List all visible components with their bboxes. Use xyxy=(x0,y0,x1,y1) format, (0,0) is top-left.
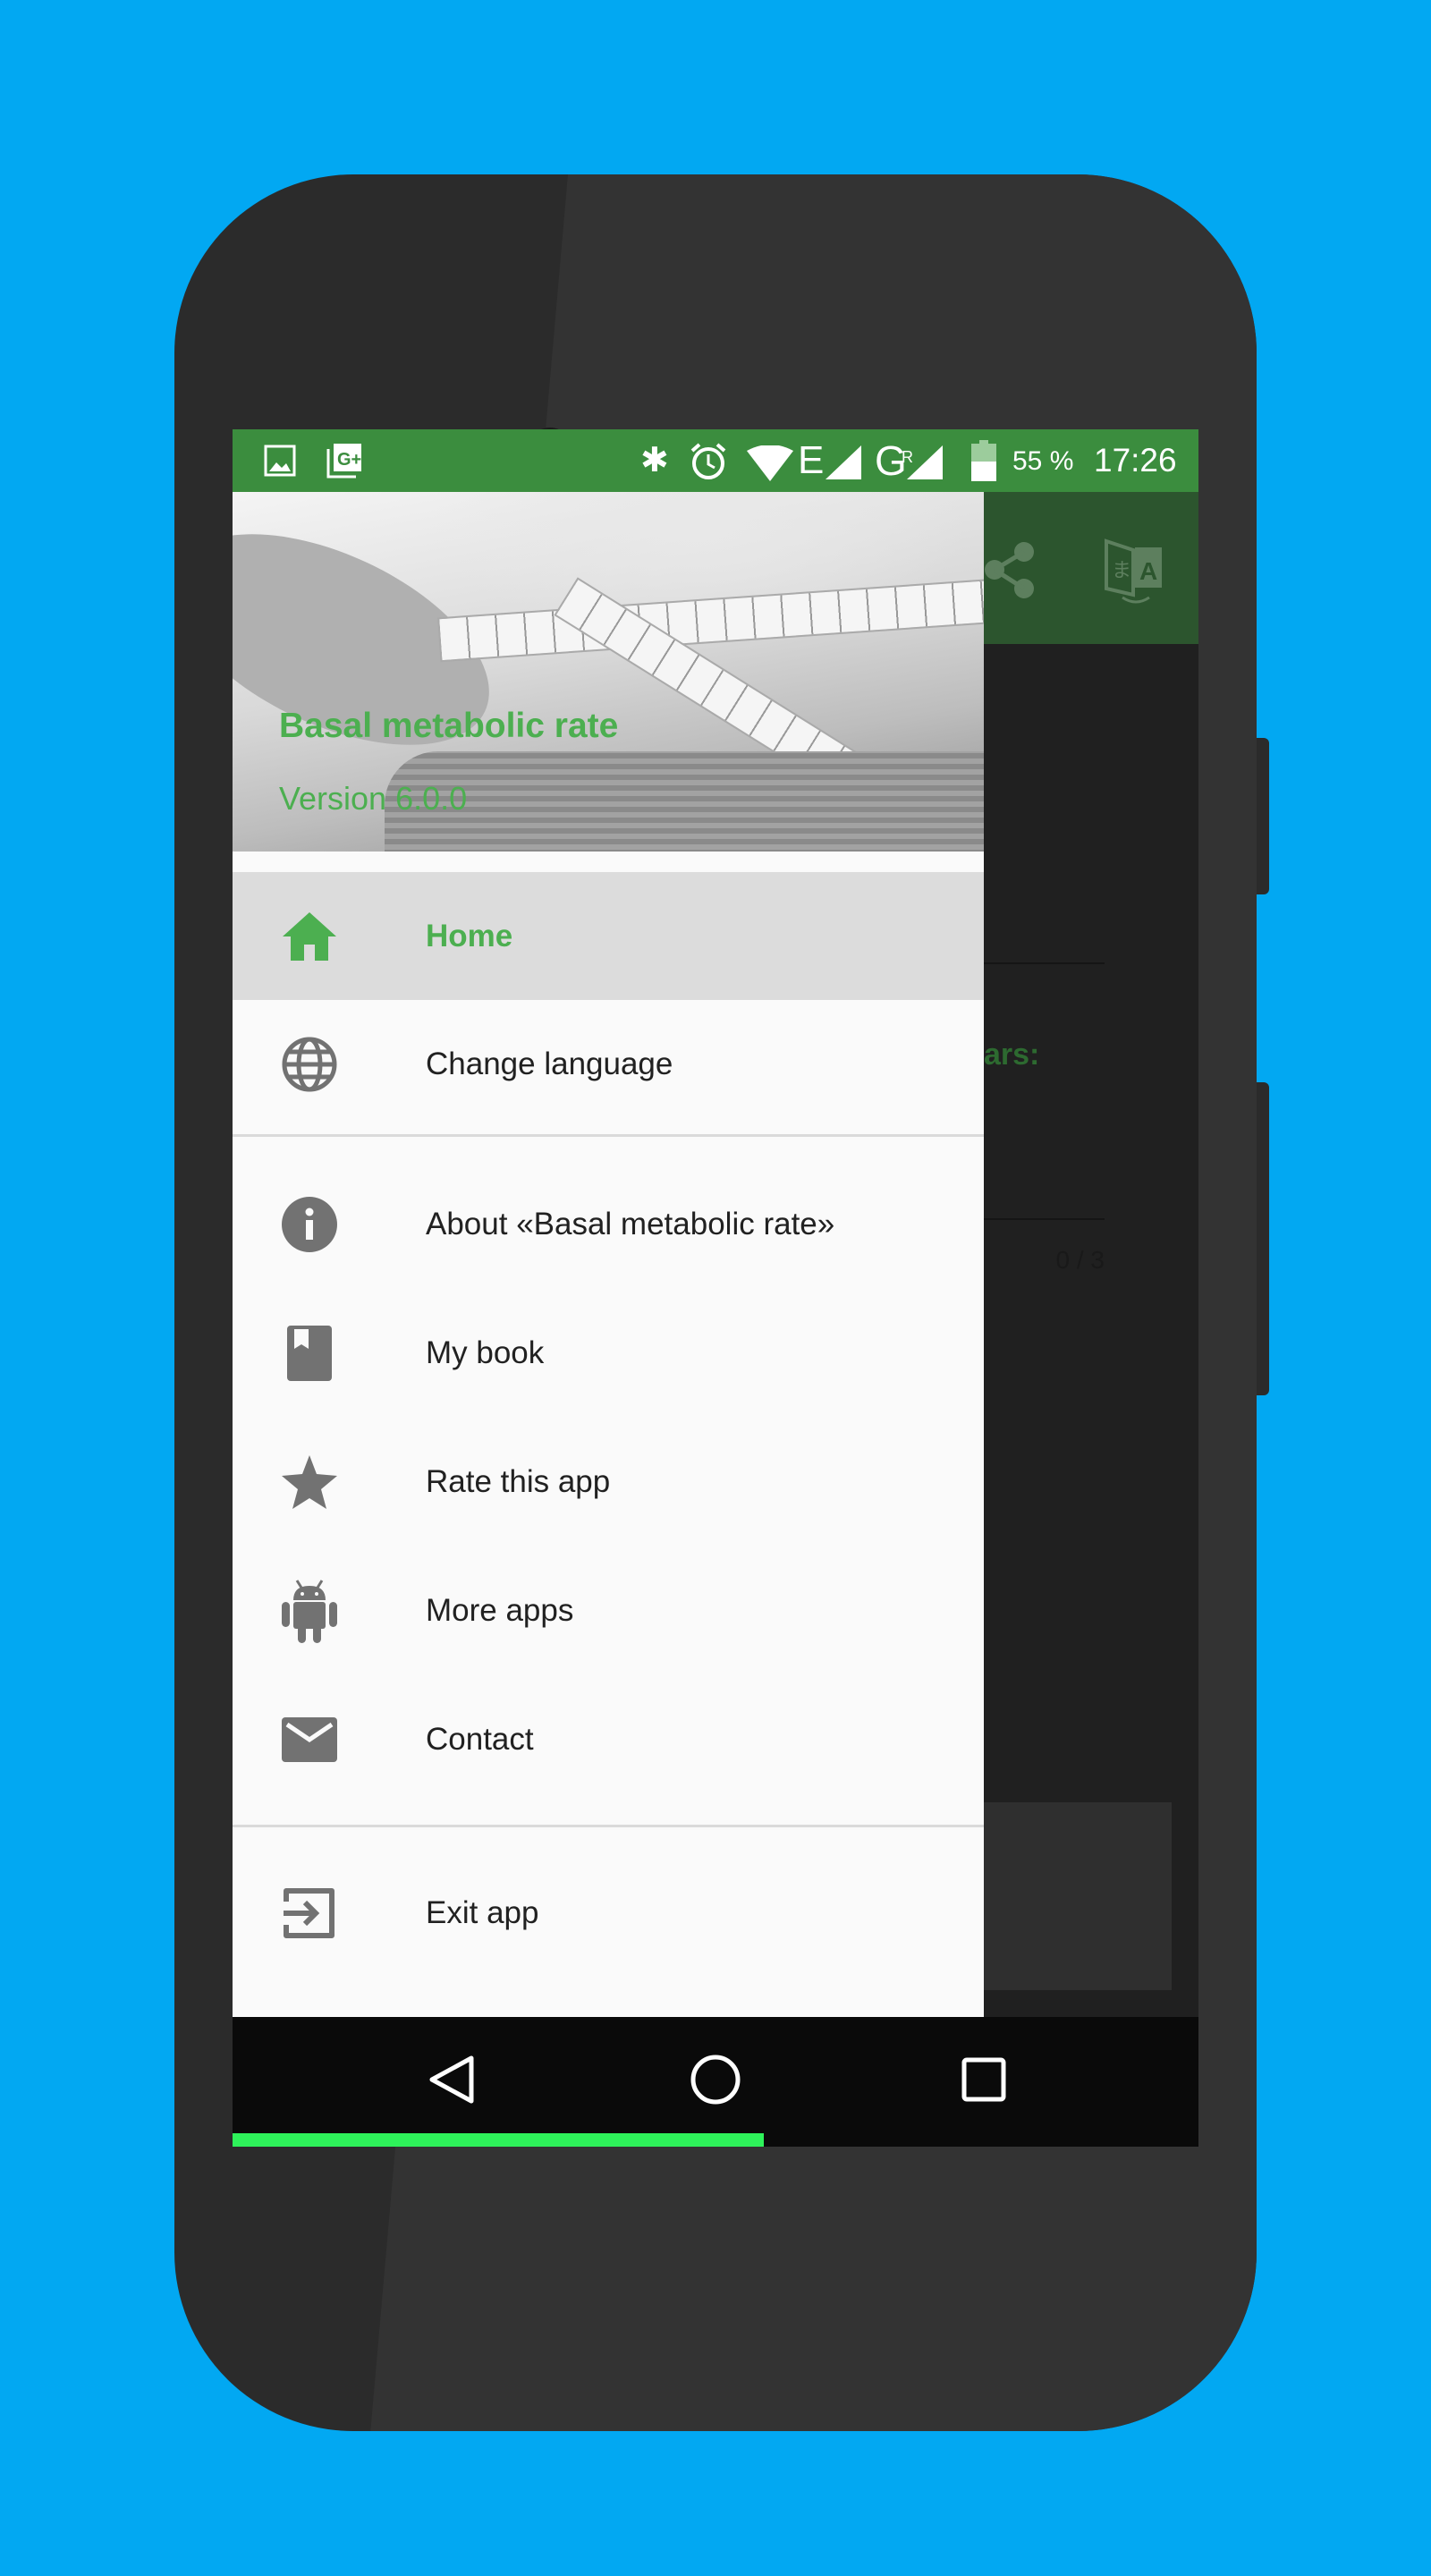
drawer-item-home[interactable]: Home xyxy=(233,872,984,1000)
input-underline xyxy=(984,962,1105,964)
signal-e-label: E xyxy=(798,438,825,482)
drawer-item-label: Contact xyxy=(426,1721,534,1757)
signal-roaming-icon xyxy=(907,445,943,479)
svg-text:G+: G+ xyxy=(337,450,361,470)
background-card xyxy=(984,1802,1172,1990)
drawer-app-version: Version 6.0.0 xyxy=(279,780,468,817)
navigation-bar xyxy=(233,2017,1198,2147)
svg-text:A: A xyxy=(1139,557,1157,585)
drawer-item-more-apps[interactable]: More apps xyxy=(233,1546,984,1674)
share-icon[interactable] xyxy=(984,541,1037,599)
drawer-item-change-language[interactable]: Change language xyxy=(233,1000,984,1128)
bluetooth-icon: ✱ xyxy=(640,442,669,479)
battery-icon xyxy=(971,440,996,481)
image-icon xyxy=(264,445,296,477)
drawer-item-rate[interactable]: Rate this app xyxy=(233,1418,984,1546)
drawer-item-label: More apps xyxy=(426,1592,574,1628)
recents-icon[interactable] xyxy=(957,2053,1011,2106)
signal-icon xyxy=(826,445,861,479)
google-plus-icon: G+ xyxy=(326,444,361,479)
navigation-drawer: Basal metabolic rate Version 6.0.0 Home … xyxy=(233,492,984,2017)
drawer-divider xyxy=(233,1134,984,1137)
drawer-item-label: Rate this app xyxy=(426,1463,611,1499)
drawer-item-label: About «Basal metabolic rate» xyxy=(426,1206,835,1241)
drawer-item-my-book[interactable]: My book xyxy=(233,1289,984,1417)
wifi-icon xyxy=(747,445,793,481)
alarm-icon xyxy=(690,443,726,479)
star-icon xyxy=(280,1453,339,1512)
character-counter: 0 / 3 xyxy=(1055,1246,1105,1274)
svg-text:ま: ま xyxy=(1112,559,1131,581)
volume-button xyxy=(1257,738,1269,894)
drawer-item-label: My book xyxy=(426,1335,545,1370)
book-icon xyxy=(280,1324,339,1383)
clock: 17:26 xyxy=(1094,442,1177,479)
header-photo-waistband xyxy=(385,751,984,852)
mail-icon xyxy=(280,1710,339,1769)
translate-icon[interactable]: Aま xyxy=(1105,537,1167,604)
android-icon xyxy=(280,1579,339,1643)
drawer-item-label: Exit app xyxy=(426,1894,539,1930)
drawer-item-label: Home xyxy=(426,918,513,953)
drawer-item-about[interactable]: About «Basal metabolic rate» xyxy=(233,1160,984,1288)
home-icon xyxy=(280,907,339,966)
drawer-app-title: Basal metabolic rate xyxy=(279,707,619,745)
header-photo-tape xyxy=(437,577,984,663)
status-bar: G+ ✱ E G R 55 % 17:26 xyxy=(233,429,1198,492)
battery-percent: 55 % xyxy=(1012,446,1074,476)
globe-icon xyxy=(280,1035,339,1094)
drawer-divider xyxy=(233,1825,984,1827)
input-underline xyxy=(984,1218,1105,1220)
exit-icon xyxy=(280,1884,339,1943)
screen: G+ ✱ E G R 55 % 17:26 Aま ars: 0 / 3 Basa… xyxy=(233,429,1198,2147)
field-label-fragment: ars: xyxy=(984,1038,1040,1072)
home-circle-icon[interactable] xyxy=(689,2053,742,2106)
drawer-item-exit[interactable]: Exit app xyxy=(233,1849,984,1977)
progress-bar xyxy=(233,2133,764,2147)
drawer-header: Basal metabolic rate Version 6.0.0 xyxy=(233,492,984,852)
drawer-item-label: Change language xyxy=(426,1046,673,1081)
info-icon xyxy=(280,1195,339,1254)
drawer-item-contact[interactable]: Contact xyxy=(233,1675,984,1803)
power-button xyxy=(1257,1082,1269,1395)
back-icon[interactable] xyxy=(425,2053,478,2106)
